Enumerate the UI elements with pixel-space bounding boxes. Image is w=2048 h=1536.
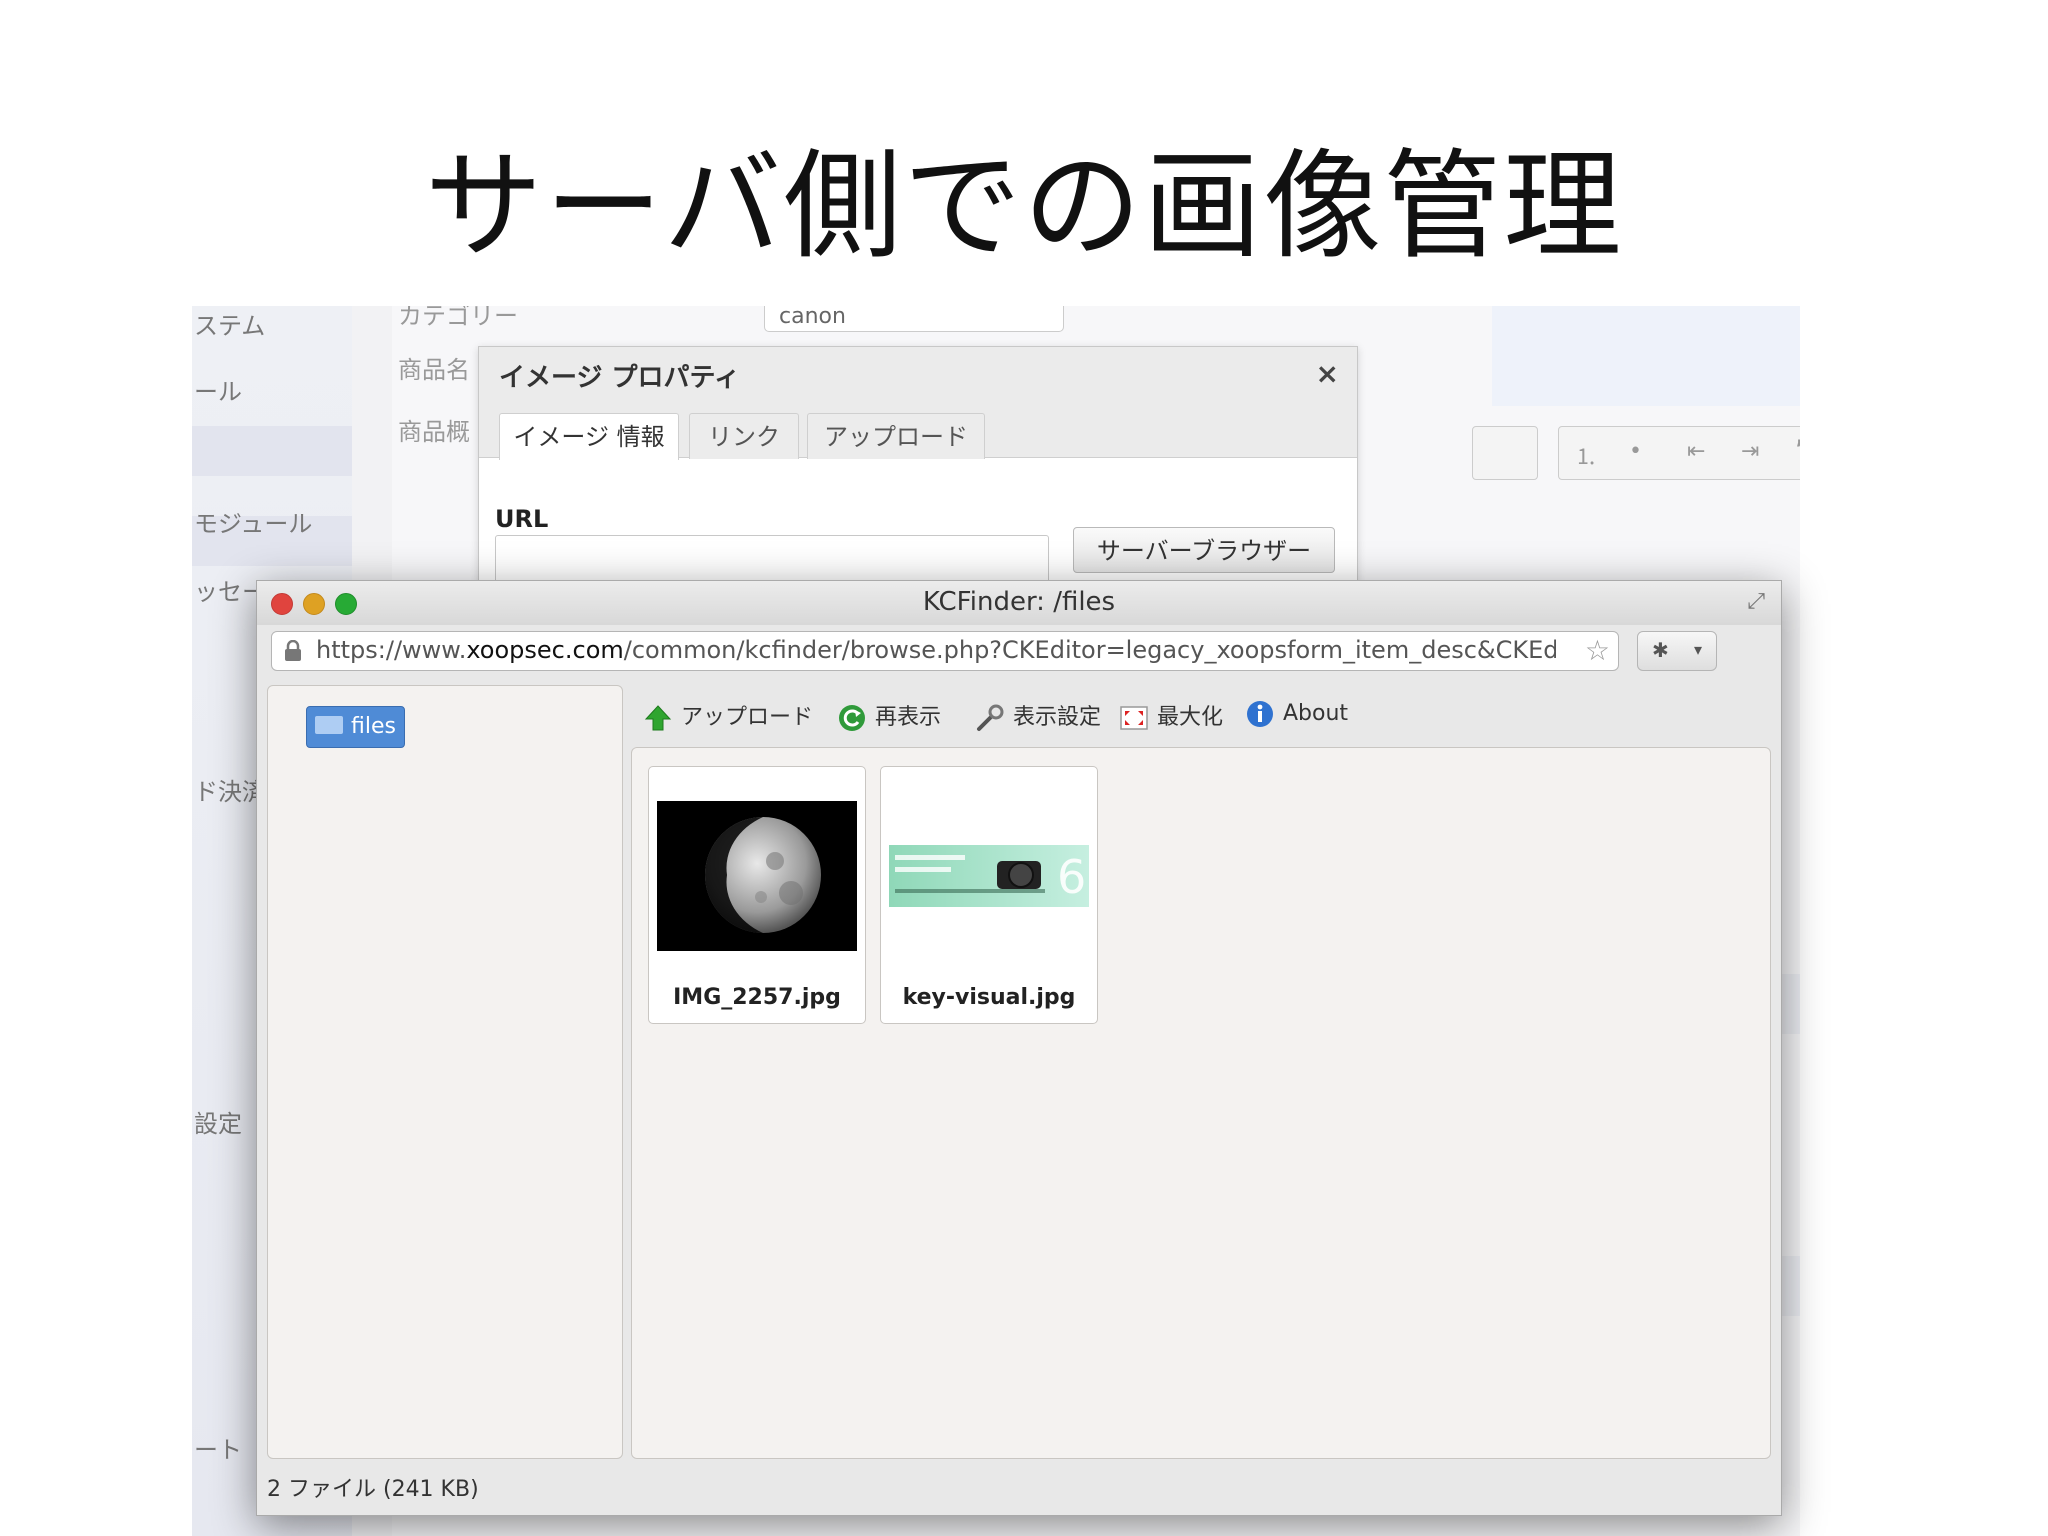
form-label-product-name: 商品名 [398, 356, 470, 384]
info-icon [1245, 699, 1275, 729]
sidebar-item[interactable]: ステム [192, 306, 354, 341]
url-input[interactable] [495, 535, 1049, 585]
dialog-tabs: イメージ 情報 リンク アップロード [479, 401, 1357, 460]
editor-list-toolbar[interactable]: ⒈ • ⇤ ⇥ ” [1558, 426, 1800, 480]
tools-icon: ✱ [1652, 638, 1669, 662]
image-properties-dialog: イメージ プロパティ × イメージ 情報 リンク アップロード URL サーバー… [478, 346, 1358, 588]
tab-image-info[interactable]: イメージ 情報 [499, 413, 679, 460]
url-prefix: https://www. [316, 636, 467, 664]
address-bar[interactable]: https://www.xoopsec.com/common/kcfinder/… [271, 631, 1619, 671]
format-dropdown[interactable] [1472, 426, 1538, 480]
bookmark-star-icon[interactable]: ☆ [1585, 634, 1610, 667]
chevron-down-icon: ▾ [1694, 640, 1703, 659]
file-name: key-visual.jpg [902, 985, 1076, 1010]
file-item[interactable]: IMG_2257.jpg [648, 766, 866, 1024]
product-name-input[interactable] [1492, 306, 1800, 406]
indent-icon[interactable]: ⇥ [1741, 439, 1759, 464]
settings-button[interactable]: 表示設定 [975, 699, 1101, 731]
maximize-button[interactable]: 最大化 [1119, 699, 1223, 731]
upload-label: アップロード [681, 705, 814, 730]
file-item[interactable]: 6 key-visual.jpg [880, 766, 1098, 1024]
url-host: xoopsec.com [466, 636, 624, 664]
about-button[interactable]: About [1245, 699, 1348, 731]
svg-text:6: 6 [1057, 850, 1086, 904]
upload-button[interactable]: アップロード [643, 699, 813, 731]
form-label-category: カテゴリー [398, 306, 518, 330]
maximize-icon [1119, 703, 1149, 733]
category-select[interactable]: canon [764, 306, 1064, 332]
sidebar-item[interactable]: モジュール [192, 504, 354, 539]
extension-button[interactable]: ✱ ▾ [1637, 631, 1717, 671]
close-icon[interactable]: × [1316, 357, 1339, 390]
blockquote-icon[interactable]: ” [1795, 437, 1800, 462]
numbered-list-icon[interactable]: ⒈ [1575, 439, 1597, 471]
wrench-icon [975, 703, 1005, 733]
folder-tree-panel: files [267, 685, 623, 1459]
slide-title: サーバ側での画像管理 [424, 137, 1624, 275]
server-browser-button[interactable]: サーバーブラウザー [1073, 527, 1335, 573]
lock-icon [285, 640, 301, 661]
folder-files[interactable]: files [306, 706, 405, 748]
fullscreen-icon[interactable]: ⤢ [1747, 589, 1765, 614]
outdent-icon[interactable]: ⇤ [1687, 439, 1705, 464]
window-title: KCFinder: /files [922, 587, 1116, 617]
sidebar-item[interactable]: ール [192, 372, 354, 407]
dialog-title: イメージ プロパティ [499, 363, 740, 393]
tab-link[interactable]: リンク [689, 413, 799, 459]
upload-arrow-icon [643, 703, 673, 733]
dialog-header[interactable]: イメージ プロパティ × [479, 347, 1357, 402]
key-visual-thumbnail: 6 [889, 845, 1089, 907]
settings-label: 表示設定 [1013, 705, 1102, 730]
kcfinder-toolbar: アップロード 再表示 表示設定 最大化 About [631, 685, 1771, 741]
window-titlebar[interactable]: KCFinder: /files ⤢ [257, 581, 1781, 625]
url-label: URL [495, 505, 549, 533]
bullet-list-icon[interactable]: • [1629, 439, 1642, 464]
folder-icon [315, 716, 343, 734]
kcfinder-window: KCFinder: /files ⤢ https://www.xoopsec.c… [256, 580, 1782, 1516]
moon-thumbnail [657, 801, 857, 951]
file-name: IMG_2257.jpg [673, 985, 841, 1010]
folder-label: files [351, 714, 396, 739]
refresh-icon [837, 703, 867, 733]
refresh-button[interactable]: 再表示 [837, 699, 941, 731]
file-list-panel: IMG_2257.jpg 6 key-visual.jpg [631, 747, 1771, 1459]
refresh-label: 再表示 [875, 705, 942, 730]
maximize-label: 最大化 [1157, 705, 1224, 730]
sidebar-band [192, 426, 352, 476]
status-bar: 2 ファイル (241 KB) [267, 1477, 479, 1502]
tab-upload[interactable]: アップロード [807, 413, 985, 459]
about-label: About [1283, 701, 1349, 726]
address-url[interactable]: https://www.xoopsec.com/common/kcfinder/… [316, 636, 1556, 664]
url-path: /common/kcfinder/browse.php?CKEditor=leg… [623, 636, 1556, 664]
form-label-product-summary: 商品概 [398, 418, 470, 446]
